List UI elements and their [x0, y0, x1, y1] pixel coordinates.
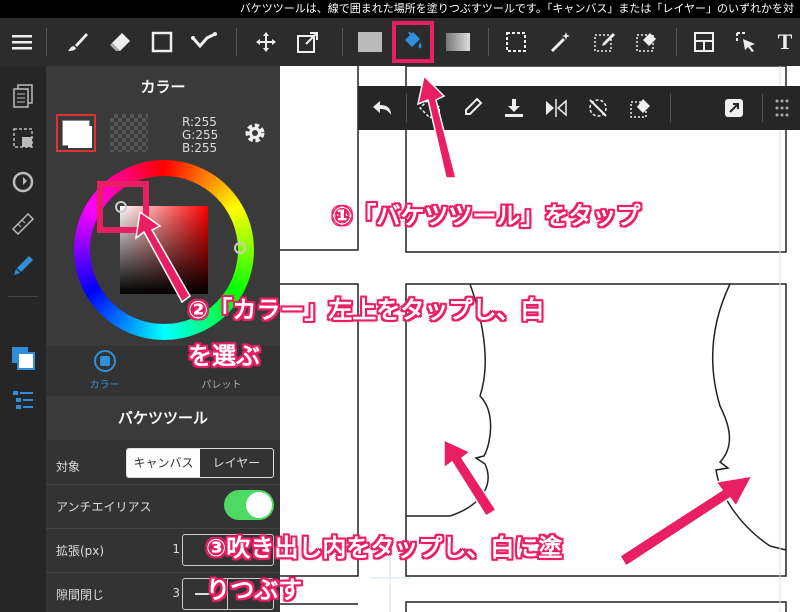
primary-color-swatch[interactable]: [56, 114, 96, 152]
target-canvas-option[interactable]: キャンバス: [127, 449, 200, 477]
brush-icon[interactable]: [60, 24, 96, 60]
download-icon[interactable]: [498, 92, 530, 124]
step1-annotation: ①「バケツツール」をタップ: [332, 202, 641, 230]
left-rail: [0, 66, 46, 612]
color-panel-title: カラー: [140, 78, 186, 96]
antialias-toggle[interactable]: [224, 490, 274, 520]
color-handle[interactable]: [115, 201, 127, 213]
antialias-label: アンチエイリアス: [56, 500, 152, 514]
step3-annotation-line2: りつぶす: [206, 576, 303, 604]
check-icon[interactable]: [186, 24, 222, 60]
gradient-icon[interactable]: [440, 24, 476, 60]
select-eraser-icon[interactable]: [628, 24, 664, 60]
gear-icon[interactable]: [242, 120, 270, 148]
select-rect-icon[interactable]: [498, 24, 534, 60]
clear-selection-icon[interactable]: [624, 92, 656, 124]
flip-horizontal-icon[interactable]: [540, 92, 572, 124]
fill-color-icon[interactable]: [352, 24, 388, 60]
square-select-icon[interactable]: [144, 24, 180, 60]
expand-value: 1: [172, 542, 180, 556]
select-pen-icon[interactable]: [586, 24, 622, 60]
target-segmented-control: キャンバス レイヤー: [126, 448, 274, 478]
gap-close-label: 隙間閉じ: [56, 588, 105, 602]
saturation-square[interactable]: [120, 206, 208, 294]
step2-annotation-line2: を選ぶ: [188, 342, 260, 370]
floating-toolbar: [358, 86, 800, 130]
eyedropper-icon[interactable]: [456, 92, 488, 124]
pages-icon[interactable]: [7, 80, 39, 112]
gap-close-value: 3: [172, 586, 180, 600]
status-text: バケツツールは、線で囲まれた場所を塗りつぶすツールです。「キャンバス」または「レ…: [239, 2, 794, 15]
target-layer-option[interactable]: レイヤー: [200, 449, 273, 477]
selection-icon[interactable]: [7, 122, 39, 154]
drag-handle-icon[interactable]: [766, 92, 798, 124]
tab-color[interactable]: カラー: [46, 346, 163, 396]
rotate-icon[interactable]: [7, 166, 39, 198]
step2-annotation-line1: ②「カラー」左上をタップし、白: [188, 296, 545, 324]
status-bar: バケツツールは、線で囲まれた場所を塗りつぶすツールです。「キャンバス」または「レ…: [0, 0, 800, 18]
expand-label: 拡張(px): [56, 544, 105, 558]
tab-color-label: カラー: [89, 380, 120, 391]
top-toolbar: T: [0, 18, 800, 66]
text-icon[interactable]: T: [770, 24, 800, 60]
layer-list-icon[interactable]: [7, 384, 39, 416]
target-label: 対象: [56, 460, 81, 474]
hue-handle[interactable]: [234, 242, 246, 254]
select-cursor-icon[interactable]: [728, 24, 764, 60]
undo-icon[interactable]: [366, 92, 398, 124]
menu-icon[interactable]: [4, 24, 40, 60]
transform-icon[interactable]: [290, 24, 326, 60]
tab-palette-label: パレット: [201, 380, 242, 391]
transform-select-icon[interactable]: [414, 92, 446, 124]
step3-annotation-line1: ③吹き出し内をタップし、白に塗: [206, 534, 563, 562]
deselect-icon[interactable]: [582, 92, 614, 124]
rgb-readout: R:255 G:255 B:255: [182, 116, 218, 155]
move-icon[interactable]: [248, 24, 284, 60]
transparent-color-swatch[interactable]: [110, 114, 148, 152]
bucket-panel-title: バケツツール: [46, 396, 280, 440]
rgb-b: B:255: [182, 141, 218, 155]
export-icon[interactable]: [718, 92, 750, 124]
eraser-icon[interactable]: [102, 24, 138, 60]
color-panel-icon[interactable]: [7, 342, 39, 374]
bucket-icon[interactable]: [392, 21, 434, 63]
layout-icon[interactable]: [686, 24, 722, 60]
ruler-icon[interactable]: [7, 208, 39, 240]
magic-wand-icon[interactable]: [542, 24, 578, 60]
pen-fill-icon[interactable]: [7, 250, 39, 282]
